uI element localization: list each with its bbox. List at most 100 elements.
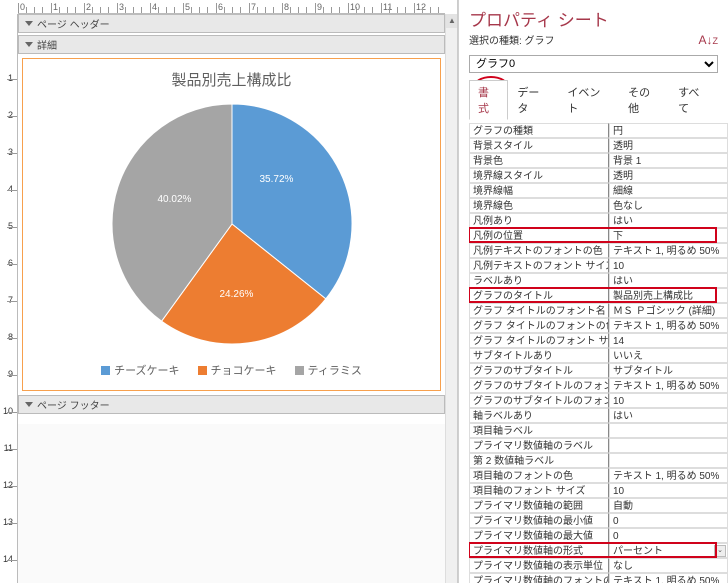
property-value[interactable]: 色なし	[609, 198, 728, 213]
property-row[interactable]: 軸ラベルありはい	[469, 408, 728, 423]
property-row[interactable]: グラフのサブタイトルサブタイトル	[469, 363, 728, 378]
object-selector[interactable]: グラフ0	[469, 55, 718, 73]
property-row[interactable]: 第 2 数値軸ラベル	[469, 453, 728, 468]
property-row[interactable]: グラフ タイトルのフォント名ＭＳ Ｐゴシック (詳細)	[469, 303, 728, 318]
legend-item: ティラミス	[295, 362, 362, 378]
property-value[interactable]: 10	[609, 393, 728, 408]
property-label: グラフ タイトルのフォント サイズ	[469, 333, 609, 348]
property-row[interactable]: 境界線幅細線	[469, 183, 728, 198]
property-grid[interactable]: ▲ グラフの種類円背景スタイル透明背景色背景 1境界線スタイル透明境界線幅細線境…	[469, 123, 728, 583]
property-value[interactable]: 0	[609, 528, 728, 543]
property-value[interactable]: いいえ	[609, 348, 728, 363]
detail-band[interactable]: 詳細	[18, 35, 445, 54]
property-row[interactable]: 境界線スタイル透明	[469, 168, 728, 183]
property-value[interactable]: なし	[609, 558, 728, 573]
legend-label: チーズケーキ	[114, 362, 179, 378]
property-row[interactable]: 境界線色色なし	[469, 198, 728, 213]
property-value[interactable]: 円	[609, 123, 728, 138]
property-value[interactable]	[609, 453, 728, 468]
property-row[interactable]: グラフ タイトルのフォント サイズ14	[469, 333, 728, 348]
property-value[interactable]: 背景 1	[609, 153, 728, 168]
property-label: サブタイトルあり	[469, 348, 609, 363]
legend-item: チョコケーキ	[198, 362, 277, 378]
property-label: 境界線幅	[469, 183, 609, 198]
property-row[interactable]: 凡例テキストのフォントの色テキスト 1, 明るめ 50%	[469, 243, 728, 258]
property-value[interactable]: テキスト 1, 明るめ 50%	[609, 573, 728, 583]
tab-0[interactable]: 書式	[469, 80, 508, 120]
property-value[interactable]: 10	[609, 483, 728, 498]
property-row[interactable]: プライマリ数値軸の最小値0	[469, 513, 728, 528]
property-value[interactable]: 自動	[609, 498, 728, 513]
property-value[interactable]: はい	[609, 213, 728, 228]
property-value[interactable]	[609, 438, 728, 453]
property-label: 背景色	[469, 153, 609, 168]
property-row[interactable]: ラベルありはい	[469, 273, 728, 288]
vertical-scrollbar[interactable]: ▲	[445, 14, 457, 583]
scroll-up-icon[interactable]: ▲	[446, 14, 458, 28]
property-row[interactable]: プライマリ数値軸のフォントの色テキスト 1, 明るめ 50%	[469, 573, 728, 583]
property-row[interactable]: プライマリ数値軸の範囲自動	[469, 498, 728, 513]
property-value[interactable]: 透明	[609, 138, 728, 153]
property-row[interactable]: 背景色背景 1	[469, 153, 728, 168]
property-row[interactable]: グラフ タイトルのフォントの色テキスト 1, 明るめ 50%	[469, 318, 728, 333]
property-value[interactable]: 下	[609, 228, 728, 243]
tab-3[interactable]: その他	[619, 80, 669, 120]
property-tabs: 書式データイベントその他すべて	[469, 79, 718, 120]
property-row[interactable]: プライマリ数値軸の表示単位なし	[469, 558, 728, 573]
property-value[interactable]: パーセント⌄	[609, 543, 728, 558]
page-footer-band[interactable]: ページ フッター	[18, 395, 445, 414]
property-value[interactable]: テキスト 1, 明るめ 50%	[609, 318, 728, 333]
property-row[interactable]: 凡例の位置下	[469, 228, 728, 243]
chart-control[interactable]: 製品別売上構成比 35.72% 24.26% 40.02% チーズケーキチョコケ…	[22, 58, 441, 391]
property-row[interactable]: プライマリ数値軸のラベル	[469, 438, 728, 453]
sort-button[interactable]: A↓Z	[698, 33, 718, 47]
property-label: 軸ラベルあり	[469, 408, 609, 423]
property-row[interactable]: サブタイトルありいいえ	[469, 348, 728, 363]
property-label: グラフ タイトルのフォントの色	[469, 318, 609, 333]
property-row[interactable]: グラフのサブタイトルのフォントの色テキスト 1, 明るめ 50%	[469, 378, 728, 393]
property-label: プライマリ数値軸の範囲	[469, 498, 609, 513]
property-value[interactable]: 製品別売上構成比	[609, 288, 728, 303]
property-row[interactable]: プライマリ数値軸の形式パーセント⌄	[469, 543, 728, 558]
property-value[interactable]: テキスト 1, 明るめ 50%	[609, 468, 728, 483]
property-value[interactable]: 0	[609, 513, 728, 528]
property-value[interactable]: 透明	[609, 168, 728, 183]
property-value[interactable]: 14	[609, 333, 728, 348]
property-label: 項目軸のフォントの色	[469, 468, 609, 483]
selection-type: 選択の種類: グラフ	[469, 32, 555, 47]
property-value[interactable]: はい	[609, 408, 728, 423]
property-row[interactable]: 背景スタイル透明	[469, 138, 728, 153]
property-row[interactable]: 項目軸のフォントの色テキスト 1, 明るめ 50%	[469, 468, 728, 483]
data-label: 40.02%	[158, 194, 192, 205]
property-row[interactable]: グラフのサブタイトルのフォント サイズ10	[469, 393, 728, 408]
property-row[interactable]: プライマリ数値軸の最大値0	[469, 528, 728, 543]
property-row[interactable]: グラフの種類円	[469, 123, 728, 138]
property-label: 項目軸のフォント サイズ	[469, 483, 609, 498]
property-row[interactable]: 凡例ありはい	[469, 213, 728, 228]
report-canvas[interactable]: ページ ヘッダー 詳細 製品別売上構成比 35.72% 24.26% 40.02…	[18, 14, 445, 583]
property-label: プライマリ数値軸の最小値	[469, 513, 609, 528]
property-row[interactable]: 項目軸のフォント サイズ10	[469, 483, 728, 498]
tab-4[interactable]: すべて	[669, 80, 718, 120]
property-label: プライマリ数値軸の最大値	[469, 528, 609, 543]
property-value[interactable]: 10	[609, 258, 728, 273]
legend-label: チョコケーキ	[211, 362, 277, 378]
property-value[interactable]: 細線	[609, 183, 728, 198]
design-surface[interactable]: 0123456789101112 1234567891011121314 ページ…	[0, 0, 458, 583]
property-row[interactable]: グラフのタイトル製品別売上構成比	[469, 288, 728, 303]
property-row[interactable]: 凡例テキストのフォント サイズ10	[469, 258, 728, 273]
property-value[interactable]: テキスト 1, 明るめ 50%	[609, 243, 728, 258]
dropdown-icon[interactable]: ⌄	[714, 545, 726, 557]
tab-1[interactable]: データ	[508, 80, 558, 120]
tab-2[interactable]: イベント	[558, 80, 619, 120]
property-value[interactable]: はい	[609, 273, 728, 288]
property-value[interactable]: ＭＳ Ｐゴシック (詳細)	[609, 303, 728, 318]
property-label: プライマリ数値軸の表示単位	[469, 558, 609, 573]
property-value[interactable]	[609, 423, 728, 438]
page-header-band[interactable]: ページ ヘッダー	[18, 14, 445, 33]
property-row[interactable]: 項目軸ラベル	[469, 423, 728, 438]
property-label: 凡例テキストのフォント サイズ	[469, 258, 609, 273]
property-value[interactable]: テキスト 1, 明るめ 50%	[609, 378, 728, 393]
property-value[interactable]: サブタイトル	[609, 363, 728, 378]
legend-swatch	[101, 366, 110, 375]
